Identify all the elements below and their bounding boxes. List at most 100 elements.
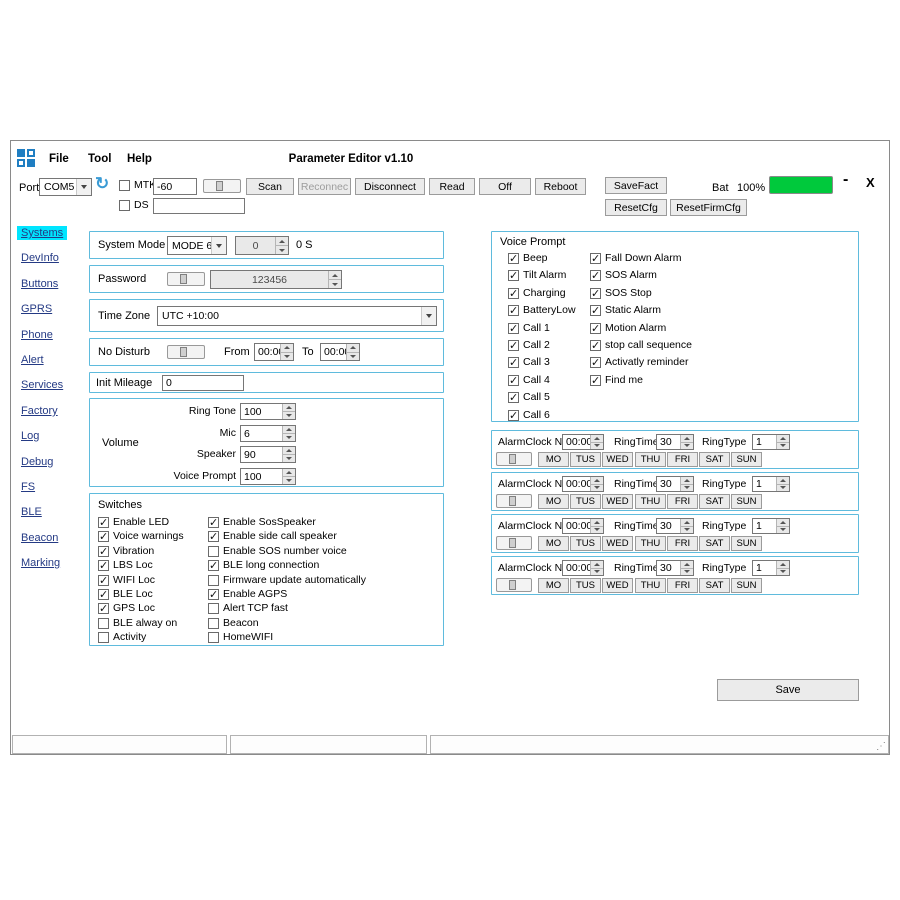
sidebar-item-gprs[interactable]: GPRS xyxy=(17,302,56,316)
day-button-wed[interactable]: WED xyxy=(602,452,633,467)
spinner-arrows[interactable] xyxy=(282,426,295,441)
voice-checkbox-motion-alarm[interactable]: Motion Alarm xyxy=(590,322,666,334)
day-button-sat[interactable]: SAT xyxy=(699,578,730,593)
spinner-arrows[interactable] xyxy=(328,271,341,288)
day-button-thu[interactable]: THU xyxy=(635,494,666,509)
alarm-time-spinner[interactable]: 00:00 xyxy=(562,476,604,492)
switch-checkbox-beacon[interactable]: Beacon xyxy=(208,617,259,629)
spinner-arrows[interactable] xyxy=(776,477,789,491)
time-zone-combobox[interactable]: UTC +10:00 xyxy=(157,306,437,326)
day-button-mo[interactable]: MO xyxy=(538,452,569,467)
sidebar-item-devinfo[interactable]: DevInfo xyxy=(17,251,63,265)
switch-checkbox-homewifi[interactable]: HomeWIFI xyxy=(208,631,273,643)
sidebar-item-factory[interactable]: Factory xyxy=(17,404,62,418)
spinner-arrows[interactable] xyxy=(280,344,293,360)
ringtype-spinner[interactable]: 1 xyxy=(752,560,790,576)
voice-checkbox-find-me[interactable]: Find me xyxy=(590,374,643,386)
day-button-mo[interactable]: MO xyxy=(538,494,569,509)
switch-checkbox-firmware-update-automatically[interactable]: Firmware update automatically xyxy=(208,574,366,586)
spinner-arrows[interactable] xyxy=(282,404,295,419)
sidebar-item-systems[interactable]: Systems xyxy=(17,226,67,240)
spinner-arrows[interactable] xyxy=(590,477,603,491)
voice-checkbox-stop-call-sequence[interactable]: stop call sequence xyxy=(590,339,692,351)
day-button-fri[interactable]: FRI xyxy=(667,494,698,509)
switch-checkbox-wifi-loc[interactable]: WIFI Loc xyxy=(98,574,155,586)
spinner-arrows[interactable] xyxy=(680,435,693,449)
spinner-arrows[interactable] xyxy=(282,447,295,462)
voice-checkbox-batterylow[interactable]: BatteryLow xyxy=(508,304,576,316)
voice-checkbox-tilt-alarm[interactable]: Tilt Alarm xyxy=(508,269,566,281)
day-button-sat[interactable]: SAT xyxy=(699,452,730,467)
ringtype-spinner[interactable]: 1 xyxy=(752,518,790,534)
voice-checkbox-call-1[interactable]: Call 1 xyxy=(508,322,550,334)
voice-checkbox-activatly-reminder[interactable]: Activatly reminder xyxy=(590,356,688,368)
switch-checkbox-gps-loc[interactable]: GPS Loc xyxy=(98,602,155,614)
alarm-time-spinner[interactable]: 00:00 xyxy=(562,434,604,450)
spinner-arrows[interactable] xyxy=(590,519,603,533)
volume-mic-spinner[interactable]: 6 xyxy=(240,425,296,442)
system-mode-combobox[interactable]: MODE 6 xyxy=(167,236,227,255)
voice-checkbox-call-3[interactable]: Call 3 xyxy=(508,356,550,368)
spinner-arrows[interactable] xyxy=(776,561,789,575)
ringtype-spinner[interactable]: 1 xyxy=(752,434,790,450)
day-button-sat[interactable]: SAT xyxy=(699,536,730,551)
slider-thumb[interactable] xyxy=(509,580,516,590)
spinner-arrows[interactable] xyxy=(275,237,288,254)
slider-thumb[interactable] xyxy=(509,496,516,506)
spinner-arrows[interactable] xyxy=(680,477,693,491)
spinner-arrows[interactable] xyxy=(282,469,295,484)
sidebar-item-marking[interactable]: Marking xyxy=(17,556,64,570)
switch-checkbox-enable-sos-number-voice[interactable]: Enable SOS number voice xyxy=(208,545,347,557)
switch-checkbox-lbs-loc[interactable]: LBS Loc xyxy=(98,559,153,571)
no-disturb-to-spinner[interactable]: 00:00 xyxy=(320,343,360,361)
day-button-tus[interactable]: TUS xyxy=(570,578,601,593)
spinner-arrows[interactable] xyxy=(776,435,789,449)
ringtime-spinner[interactable]: 30 xyxy=(656,518,694,534)
switch-checkbox-activity[interactable]: Activity xyxy=(98,631,146,643)
day-button-sat[interactable]: SAT xyxy=(699,494,730,509)
slider-thumb[interactable] xyxy=(180,347,187,357)
sidebar-item-log[interactable]: Log xyxy=(17,429,43,443)
day-button-sun[interactable]: SUN xyxy=(731,536,762,551)
switch-checkbox-voice-warnings[interactable]: Voice warnings xyxy=(98,530,184,542)
volume-ring-tone-spinner[interactable]: 100 xyxy=(240,403,296,420)
sidebar-item-buttons[interactable]: Buttons xyxy=(17,277,62,291)
switch-checkbox-enable-sosspeaker[interactable]: Enable SosSpeaker xyxy=(208,516,316,528)
spinner-arrows[interactable] xyxy=(776,519,789,533)
alarm-enable-slider[interactable] xyxy=(496,578,532,592)
day-button-sun[interactable]: SUN xyxy=(731,452,762,467)
switch-checkbox-ble-loc[interactable]: BLE Loc xyxy=(98,588,153,600)
sidebar-item-fs[interactable]: FS xyxy=(17,480,39,494)
no-disturb-slider[interactable] xyxy=(167,345,205,359)
switch-checkbox-vibration[interactable]: Vibration xyxy=(98,545,154,557)
slider-thumb[interactable] xyxy=(509,538,516,548)
password-slider[interactable] xyxy=(167,272,205,286)
switch-checkbox-ble-long-connection[interactable]: BLE long connection xyxy=(208,559,319,571)
voice-checkbox-call-2[interactable]: Call 2 xyxy=(508,339,550,351)
day-button-tus[interactable]: TUS xyxy=(570,452,601,467)
spinner-arrows[interactable] xyxy=(590,561,603,575)
switch-checkbox-ble-alway-on[interactable]: BLE alway on xyxy=(98,617,177,629)
voice-checkbox-call-5[interactable]: Call 5 xyxy=(508,391,550,403)
ringtype-spinner[interactable]: 1 xyxy=(752,476,790,492)
resize-grip[interactable]: ⋰ xyxy=(876,741,886,752)
sidebar-item-phone[interactable]: Phone xyxy=(17,328,57,342)
alarm-enable-slider[interactable] xyxy=(496,536,532,550)
voice-checkbox-call-6[interactable]: Call 6 xyxy=(508,409,550,421)
switch-checkbox-enable-led[interactable]: Enable LED xyxy=(98,516,169,528)
ringtime-spinner[interactable]: 30 xyxy=(656,476,694,492)
alarm-enable-slider[interactable] xyxy=(496,452,532,466)
voice-checkbox-call-4[interactable]: Call 4 xyxy=(508,374,550,386)
voice-checkbox-sos-alarm[interactable]: SOS Alarm xyxy=(590,269,657,281)
day-button-sun[interactable]: SUN xyxy=(731,494,762,509)
voice-checkbox-fall-down-alarm[interactable]: Fall Down Alarm xyxy=(590,252,681,264)
day-button-fri[interactable]: FRI xyxy=(667,578,698,593)
ringtime-spinner[interactable]: 30 xyxy=(656,434,694,450)
day-button-fri[interactable]: FRI xyxy=(667,536,698,551)
alarm-enable-slider[interactable] xyxy=(496,494,532,508)
voice-checkbox-sos-stop[interactable]: SOS Stop xyxy=(590,287,652,299)
voice-checkbox-beep[interactable]: Beep xyxy=(508,252,548,264)
day-button-thu[interactable]: THU xyxy=(635,452,666,467)
day-button-wed[interactable]: WED xyxy=(602,536,633,551)
spinner-arrows[interactable] xyxy=(680,561,693,575)
